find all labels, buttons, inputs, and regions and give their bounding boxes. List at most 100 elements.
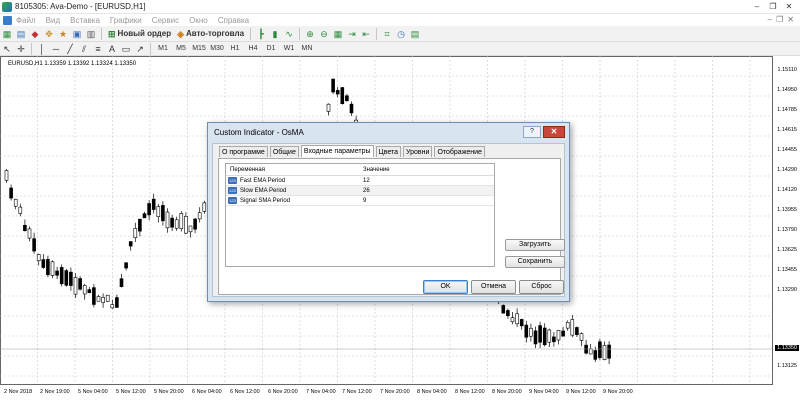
label-icon[interactable]: ▭ bbox=[120, 43, 132, 55]
toolbar-separator bbox=[376, 27, 378, 40]
tab-levels[interactable]: Уровни bbox=[403, 146, 433, 157]
candle-body bbox=[561, 330, 565, 337]
chart-shift-icon[interactable]: ⇤ bbox=[360, 28, 372, 40]
candle-body bbox=[110, 304, 115, 309]
param-value[interactable]: 9 bbox=[359, 198, 494, 204]
chart-minimize-icon[interactable]: – bbox=[768, 15, 772, 24]
fibonacci-icon[interactable]: ≡ bbox=[92, 43, 104, 55]
text-icon[interactable]: A bbox=[106, 43, 118, 55]
timeframe-h4[interactable]: H4 bbox=[245, 43, 261, 55]
table-row[interactable]: 123 Fast EMA Period 12 bbox=[226, 176, 494, 186]
crosshair-icon[interactable]: ✛ bbox=[15, 43, 27, 55]
templates-icon[interactable]: ▤ bbox=[409, 28, 421, 40]
dialog-close-button[interactable]: ✕ bbox=[543, 126, 565, 138]
time-axis-label: 2 Nov 19:00 bbox=[40, 389, 70, 395]
timeframe-m30[interactable]: M30 bbox=[209, 43, 225, 55]
indicators-icon[interactable]: ⌗ bbox=[381, 28, 393, 40]
tab-visualization[interactable]: Отображение bbox=[434, 146, 485, 157]
zoom-in-icon[interactable]: ⊕ bbox=[304, 28, 316, 40]
menu-insert[interactable]: Вставка bbox=[70, 16, 100, 25]
dialog-title-buttons: ? ✕ bbox=[523, 126, 565, 138]
minimize-icon[interactable]: – bbox=[750, 1, 764, 12]
save-button[interactable]: Сохранить bbox=[505, 256, 565, 268]
channel-icon[interactable]: ⫽ bbox=[78, 43, 90, 55]
time-axis-label: 6 Nov 20:00 bbox=[268, 389, 298, 395]
periods-icon[interactable]: ◷ bbox=[395, 28, 407, 40]
candle-body bbox=[602, 345, 607, 361]
cancel-button[interactable]: Отмена bbox=[471, 280, 516, 294]
strategy-tester-icon[interactable]: ▥ bbox=[85, 28, 97, 40]
help-button[interactable]: ? bbox=[523, 126, 541, 138]
profiles-icon[interactable]: ▤ bbox=[15, 28, 27, 40]
table-row[interactable]: 123 Slow EMA Period 26 bbox=[226, 186, 494, 196]
menu-tools[interactable]: Сервис bbox=[152, 16, 179, 25]
param-value[interactable]: 26 bbox=[359, 188, 494, 194]
menu-file[interactable]: Файл bbox=[16, 16, 36, 25]
arrows-icon[interactable]: ↗ bbox=[134, 43, 146, 55]
tile-windows-icon[interactable]: ▦ bbox=[332, 28, 344, 40]
candle-body bbox=[556, 330, 561, 341]
close-icon[interactable]: ✕ bbox=[782, 1, 796, 12]
tab-common[interactable]: Общие bbox=[269, 146, 299, 157]
standard-toolbar: ▦ ▤ ◆ ✥ ★ ▣ ▥ ⊞ Новый ордер ◈ Авто-торговл… bbox=[0, 26, 800, 42]
timeframe-w1[interactable]: W1 bbox=[281, 43, 297, 55]
candle-body bbox=[510, 317, 515, 323]
bar-chart-icon[interactable]: ┣ bbox=[255, 28, 267, 40]
candle-body bbox=[87, 289, 92, 293]
menu-view[interactable]: Вид bbox=[46, 16, 60, 25]
price-axis-label: 1.13290 bbox=[777, 287, 797, 293]
market-watch-icon[interactable]: ◆ bbox=[29, 28, 41, 40]
candle-body bbox=[565, 322, 570, 329]
zoom-out-icon[interactable]: ⊖ bbox=[318, 28, 330, 40]
table-row[interactable]: 123 Signal SMA Period 9 bbox=[226, 196, 494, 206]
time-axis-label: 8 Nov 04:00 bbox=[417, 389, 447, 395]
time-axis-label: 5 Nov 04:00 bbox=[78, 389, 108, 395]
param-value[interactable]: 12 bbox=[359, 178, 494, 184]
timeframe-d1[interactable]: D1 bbox=[263, 43, 279, 55]
timeframe-m5[interactable]: M5 bbox=[173, 43, 189, 55]
timeframe-m1[interactable]: M1 bbox=[155, 43, 171, 55]
candle-body bbox=[607, 344, 611, 359]
line-chart-icon[interactable]: ∿ bbox=[283, 28, 295, 40]
chart-restore-icon[interactable]: ❐ bbox=[776, 15, 783, 24]
time-axis-label: 5 Nov 20:00 bbox=[154, 389, 184, 395]
candle-body bbox=[138, 218, 142, 232]
timeframe-h1[interactable]: H1 bbox=[227, 43, 243, 55]
horizontal-line-icon[interactable]: ─ bbox=[50, 43, 62, 55]
chart-window-icon bbox=[3, 15, 12, 25]
timeframe-m15[interactable]: M15 bbox=[191, 43, 207, 55]
reset-button[interactable]: Сброс bbox=[519, 280, 564, 294]
autotrading-button[interactable]: ◈ Авто-торговла bbox=[175, 28, 246, 40]
load-button[interactable]: Загрузить bbox=[505, 239, 565, 251]
navigator-icon[interactable]: ★ bbox=[57, 28, 69, 40]
timeframe-mn[interactable]: MN bbox=[299, 43, 315, 55]
tab-inputs[interactable]: Входные параметры bbox=[300, 145, 374, 157]
time-axis-label: 7 Nov 12:00 bbox=[342, 389, 372, 395]
new-chart-icon[interactable]: ▦ bbox=[1, 28, 13, 40]
autotrading-label: Авто-торговла bbox=[186, 29, 245, 38]
menu-help[interactable]: Справка bbox=[218, 16, 249, 25]
candlestick-icon[interactable]: ▮ bbox=[269, 28, 281, 40]
candle-body bbox=[515, 313, 519, 325]
drawing-toolbar: ↖ ✛ │ ─ ╱ ⫽ ≡ A ▭ ↗ M1 M5 M15 M30 H1 H4 … bbox=[0, 42, 800, 56]
time-axis-label: 9 Nov 12:00 bbox=[566, 389, 596, 395]
candle-body bbox=[529, 327, 533, 337]
tab-colors[interactable]: Цвета bbox=[375, 146, 402, 157]
candle-body bbox=[36, 254, 41, 262]
chart-close-icon[interactable]: ✕ bbox=[787, 15, 794, 24]
auto-scroll-icon[interactable]: ⇥ bbox=[346, 28, 358, 40]
menu-charts[interactable]: Графики bbox=[110, 16, 142, 25]
tab-about[interactable]: О программе bbox=[219, 146, 268, 157]
menu-window[interactable]: Окно bbox=[189, 16, 208, 25]
terminal-icon[interactable]: ▣ bbox=[71, 28, 83, 40]
ok-button[interactable]: OK bbox=[423, 280, 468, 294]
cursor-icon[interactable]: ↖ bbox=[1, 43, 13, 55]
maximize-icon[interactable]: ❐ bbox=[766, 1, 780, 12]
candle-body bbox=[193, 218, 197, 230]
data-window-icon[interactable]: ✥ bbox=[43, 28, 55, 40]
vertical-line-icon[interactable]: │ bbox=[36, 43, 48, 55]
candle-body bbox=[335, 89, 340, 95]
new-order-button[interactable]: ⊞ Новый ордер bbox=[106, 28, 173, 40]
trendline-icon[interactable]: ╱ bbox=[64, 43, 76, 55]
candle-body bbox=[174, 219, 179, 229]
